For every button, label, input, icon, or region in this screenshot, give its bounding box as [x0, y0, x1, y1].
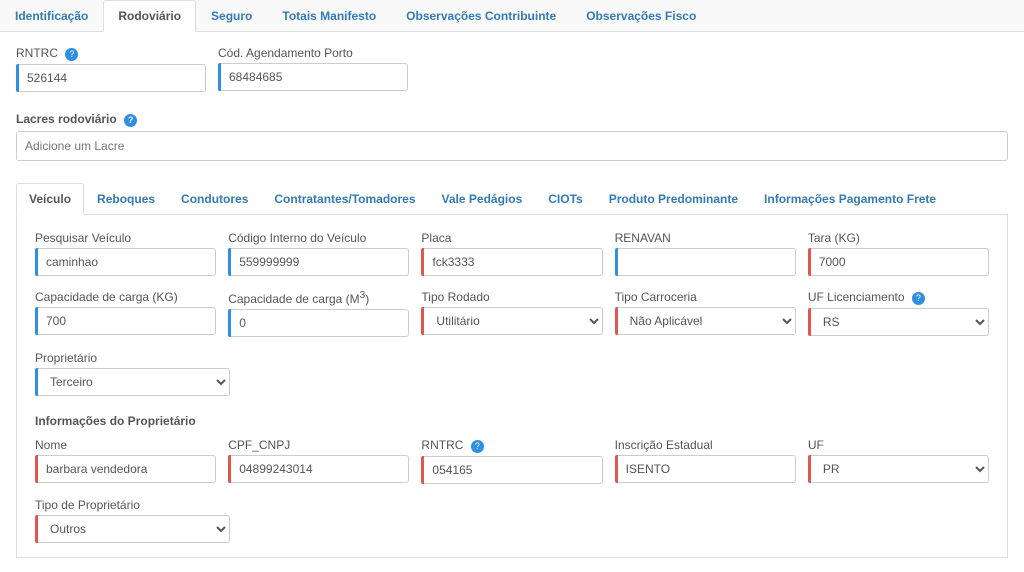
owner-tipo-select[interactable]: Outros [38, 515, 230, 543]
uf-lic-label: UF Licenciamento ? [808, 290, 989, 305]
owner-uf-label: UF [808, 438, 989, 452]
tara-label: Tara (KG) [808, 231, 989, 245]
lacre-input[interactable] [17, 132, 1007, 160]
owner-cpf-label: CPF_CNPJ [228, 438, 409, 452]
subtab-contratantes[interactable]: Contratantes/Tomadores [261, 183, 428, 214]
tipo-carroceria-select[interactable]: Não Aplicável [618, 307, 796, 335]
subtab-condutores[interactable]: Condutores [168, 183, 261, 214]
tab-identificacao[interactable]: Identificação [0, 0, 103, 31]
subtab-pagamento-frete[interactable]: Informações Pagamento Frete [751, 183, 949, 214]
renavan-input[interactable] [618, 248, 796, 276]
tab-totais-manifesto[interactable]: Totais Manifesto [267, 0, 391, 31]
help-icon[interactable]: ? [912, 292, 925, 305]
codigo-interno-input[interactable] [231, 248, 409, 276]
help-icon[interactable]: ? [471, 440, 484, 453]
proprietario-label: Proprietário [35, 351, 230, 365]
tab-rodoviario[interactable]: Rodoviário [103, 0, 196, 32]
pesquisar-veiculo-label: Pesquisar Veículo [35, 231, 216, 245]
owner-nome-label: Nome [35, 438, 216, 452]
cap-kg-label: Capacidade de carga (KG) [35, 290, 216, 304]
owner-rntrc-input[interactable] [424, 456, 602, 484]
tab-observacoes-fisco[interactable]: Observações Fisco [571, 0, 711, 31]
owner-nome-input[interactable] [38, 455, 216, 483]
owner-rntrc-label: RNTRC ? [421, 438, 602, 453]
tipo-rodado-label: Tipo Rodado [421, 290, 602, 304]
owner-ie-input[interactable] [618, 455, 796, 483]
placa-input[interactable] [424, 248, 602, 276]
sub-tabs: Veículo Reboques Condutores Contratantes… [16, 183, 1008, 215]
rntrc-label: RNTRC ? [16, 46, 206, 61]
subtab-ciots[interactable]: CIOTs [535, 183, 595, 214]
owner-ie-label: Inscrição Estadual [615, 438, 796, 452]
lacres-title: Lacres rodoviário ? [16, 112, 1008, 127]
tab-seguro[interactable]: Seguro [196, 0, 267, 31]
owner-uf-select[interactable]: PR [811, 455, 989, 483]
subtab-veiculo[interactable]: Veículo [16, 183, 84, 215]
placa-label: Placa [421, 231, 602, 245]
tara-input[interactable] [811, 248, 989, 276]
pesquisar-veiculo-input[interactable] [38, 248, 216, 276]
main-tabs: Identificação Rodoviário Seguro Totais M… [0, 0, 1024, 32]
owner-section-title: Informações do Proprietário [35, 414, 989, 428]
help-icon[interactable]: ? [65, 48, 78, 61]
tab-observacoes-contribuinte[interactable]: Observações Contribuinte [391, 0, 571, 31]
help-icon[interactable]: ? [124, 114, 137, 127]
owner-cpf-input[interactable] [231, 455, 409, 483]
agend-porto-label: Cód. Agendamento Porto [218, 46, 408, 60]
cap-m3-input[interactable] [231, 309, 409, 337]
subtab-vale-pedagios[interactable]: Vale Pedágios [429, 183, 536, 214]
subtab-reboques[interactable]: Reboques [84, 183, 168, 214]
renavan-label: RENAVAN [615, 231, 796, 245]
tipo-rodado-select[interactable]: Utilitário [424, 307, 602, 335]
cap-m3-label: Capacidade de carga (M3) [228, 290, 409, 306]
rntrc-input[interactable] [19, 64, 206, 92]
tipo-carroceria-label: Tipo Carroceria [615, 290, 796, 304]
owner-tipo-label: Tipo de Proprietário [35, 498, 230, 512]
subtab-produto-predominante[interactable]: Produto Predominante [596, 183, 751, 214]
uf-lic-select[interactable]: RS [811, 308, 989, 336]
cap-kg-input[interactable] [38, 307, 216, 335]
agend-porto-input[interactable] [221, 63, 408, 91]
codigo-interno-label: Código Interno do Veículo [228, 231, 409, 245]
proprietario-select[interactable]: Terceiro [38, 368, 230, 396]
